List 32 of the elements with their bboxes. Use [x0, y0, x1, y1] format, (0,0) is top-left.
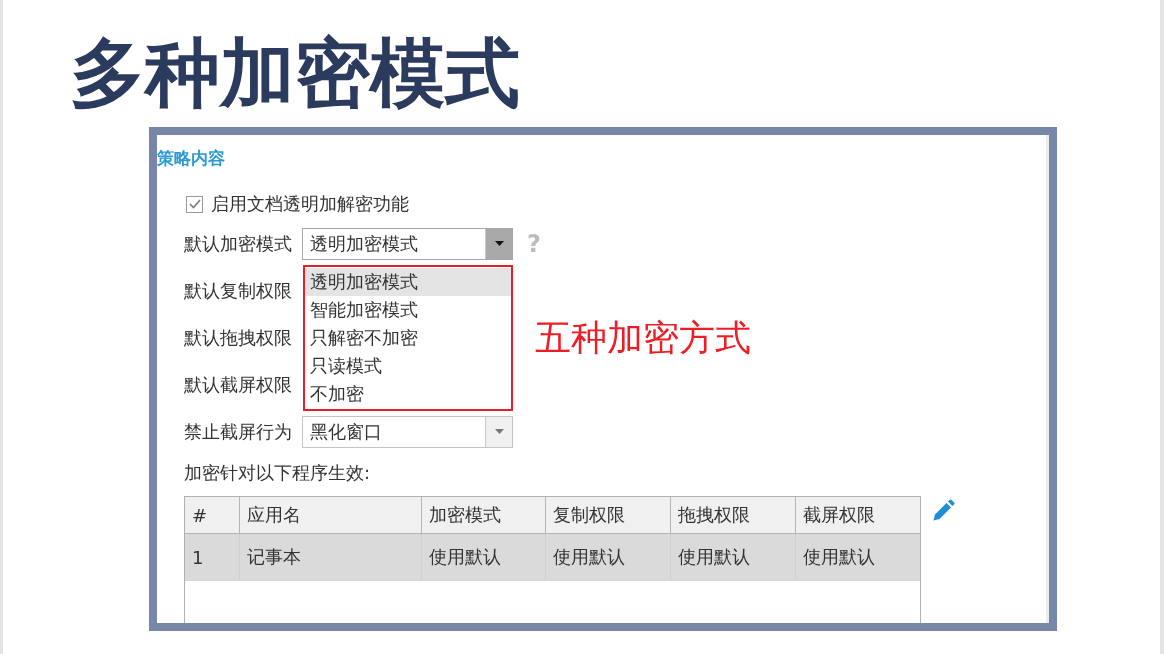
- table-header-cell: #: [185, 497, 240, 533]
- table-cell: 记事本: [240, 534, 422, 580]
- table-header-cell: 应用名: [240, 497, 422, 533]
- section-title: 策略内容: [157, 148, 225, 168]
- callout-text: 五种加密方式: [535, 317, 751, 358]
- table-row[interactable]: 1 记事本 使用默认 使用默认 使用默认 使用默认: [185, 534, 920, 581]
- field-label: 默认加密模式: [184, 232, 293, 255]
- checkbox[interactable]: [186, 195, 203, 213]
- dropdown-option[interactable]: 透明加密模式: [305, 267, 511, 296]
- table-header-cell: 拖拽权限: [671, 497, 796, 533]
- caret-icon: [494, 429, 504, 434]
- table-caption: 加密针对以下程序生效:: [184, 462, 371, 484]
- table-header-cell-text: 截屏权限: [802, 503, 876, 527]
- field-label: 默认拖拽权限: [184, 326, 293, 349]
- pencil-icon[interactable]: [933, 499, 955, 521]
- checkbox-label: 启用文档透明加解密功能: [211, 193, 409, 215]
- table-header-cell: 加密模式: [422, 497, 546, 533]
- dropdown-button[interactable]: [485, 228, 512, 259]
- table-cell: 使用默认: [422, 534, 546, 580]
- slide-title: 多种加密模式: [70, 33, 521, 113]
- select-field[interactable]: 黑化窗口: [302, 415, 513, 448]
- field-label: 默认截屏权限: [184, 373, 293, 396]
- field-label: 默认复制权限: [184, 279, 293, 302]
- table-cell: 使用默认: [546, 534, 671, 580]
- select-field[interactable]: 透明加密模式: [302, 227, 513, 260]
- table-header-cell: 复制权限: [546, 497, 671, 533]
- table-cell: 1: [185, 534, 240, 580]
- field-label: 禁止截屏行为: [184, 420, 293, 443]
- table-cell-text: 使用默认: [802, 545, 876, 569]
- table-cell: 使用默认: [671, 534, 796, 580]
- check-icon: [188, 199, 201, 209]
- caret-icon: [494, 241, 504, 246]
